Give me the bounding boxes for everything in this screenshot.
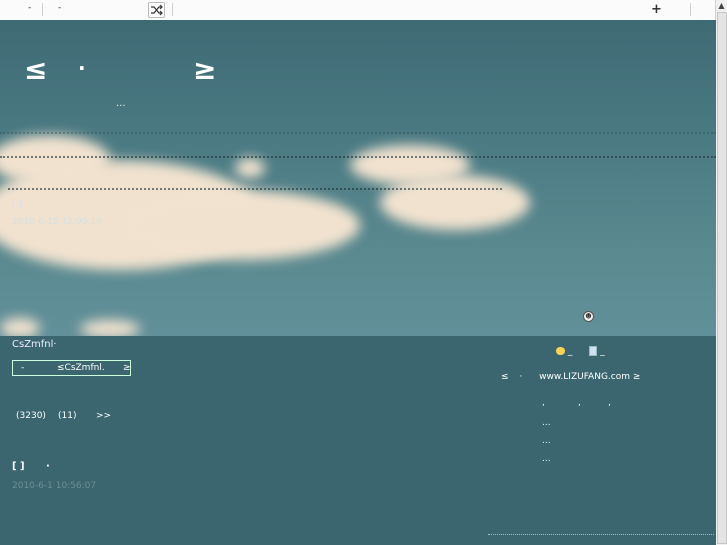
site-prefix: ≤ — [501, 372, 509, 382]
divider-line — [488, 534, 714, 535]
count-posts[interactable]: (3230) — [16, 411, 46, 421]
cloud-shape — [120, 190, 360, 260]
chat-icon[interactable] — [556, 347, 565, 355]
scroll-up-icon[interactable]: ▲ — [716, 0, 727, 11]
post-brackets[interactable]: [ ] — [12, 461, 25, 472]
search-field[interactable]: - ≤CsZmfnl. ≥ — [12, 360, 131, 376]
cloud-shape — [0, 318, 40, 336]
title-right-mark: ≥ — [193, 53, 217, 86]
subtitle-ellipsis: ... — [116, 98, 126, 109]
site-name[interactable]: CsZmfnl· — [12, 339, 57, 350]
toolbar-separator — [172, 3, 173, 16]
hero-banner: ≤ · ≥ ... [ ] 2010-6-15 12:00:19 ☻ — [0, 20, 716, 336]
search-text: ≤CsZmfnl. — [57, 363, 105, 373]
cloud-shape — [235, 158, 265, 178]
post-brackets[interactable]: [ ] — [12, 200, 22, 210]
site-url-link[interactable]: www.LIZUFANG.com — [539, 372, 630, 382]
count-comments[interactable]: (11) — [58, 411, 76, 421]
more-link[interactable]: >> — [96, 411, 111, 421]
browser-toolbar: - - + — [0, 0, 727, 21]
search-dash: - — [21, 363, 25, 373]
list-item-ellipsis[interactable]: ... — [542, 418, 551, 428]
add-tab-button[interactable]: + — [651, 2, 662, 17]
post-dot: · — [46, 461, 50, 472]
vertical-scrollbar[interactable]: ▲ — [715, 0, 727, 545]
title-left-mark: ≤ — [24, 53, 48, 86]
divider-line — [0, 132, 716, 134]
post-date: 2010-6-1 10:56:07 — [12, 481, 97, 491]
post-date: 2010-6-15 12:00:19 — [12, 217, 102, 227]
ghost-icon[interactable]: ☻ — [583, 311, 594, 322]
dropdown-one[interactable]: - — [28, 3, 31, 13]
site-suffix: ≥ — [632, 372, 641, 382]
right-icon-row: _ _ — [556, 346, 605, 357]
site-dot: · — [519, 372, 523, 382]
site-link-row: ≤ · www.LIZUFANG.com ≥ — [501, 372, 640, 382]
shuffle-icon — [151, 4, 163, 16]
cloud-shape — [80, 320, 140, 336]
doc-label[interactable]: _ — [600, 347, 605, 357]
cloud-shape — [380, 175, 530, 230]
chat-label[interactable]: _ — [568, 347, 573, 357]
shuffle-button[interactable] — [148, 2, 165, 18]
list-item-ellipsis[interactable]: ... — [542, 454, 551, 464]
divider-line — [8, 188, 502, 190]
divider-line — [0, 156, 716, 158]
list-item-ellipsis[interactable]: ... — [542, 436, 551, 446]
toolbar-separator — [690, 3, 691, 16]
toolbar-separator — [42, 3, 43, 16]
content-panel: CsZmfnl· - ≤CsZmfnl. ≥ (3230) (11) >> [ … — [0, 336, 716, 545]
list-marker: , — [578, 398, 581, 408]
dropdown-two[interactable]: - — [58, 3, 61, 13]
scrollbar-thumb[interactable] — [717, 12, 727, 544]
list-marker: , — [542, 398, 545, 408]
title-dot: · — [78, 56, 86, 80]
list-marker: , — [608, 398, 611, 408]
search-arrow[interactable]: ≥ — [123, 361, 131, 375]
document-icon[interactable] — [589, 346, 598, 356]
